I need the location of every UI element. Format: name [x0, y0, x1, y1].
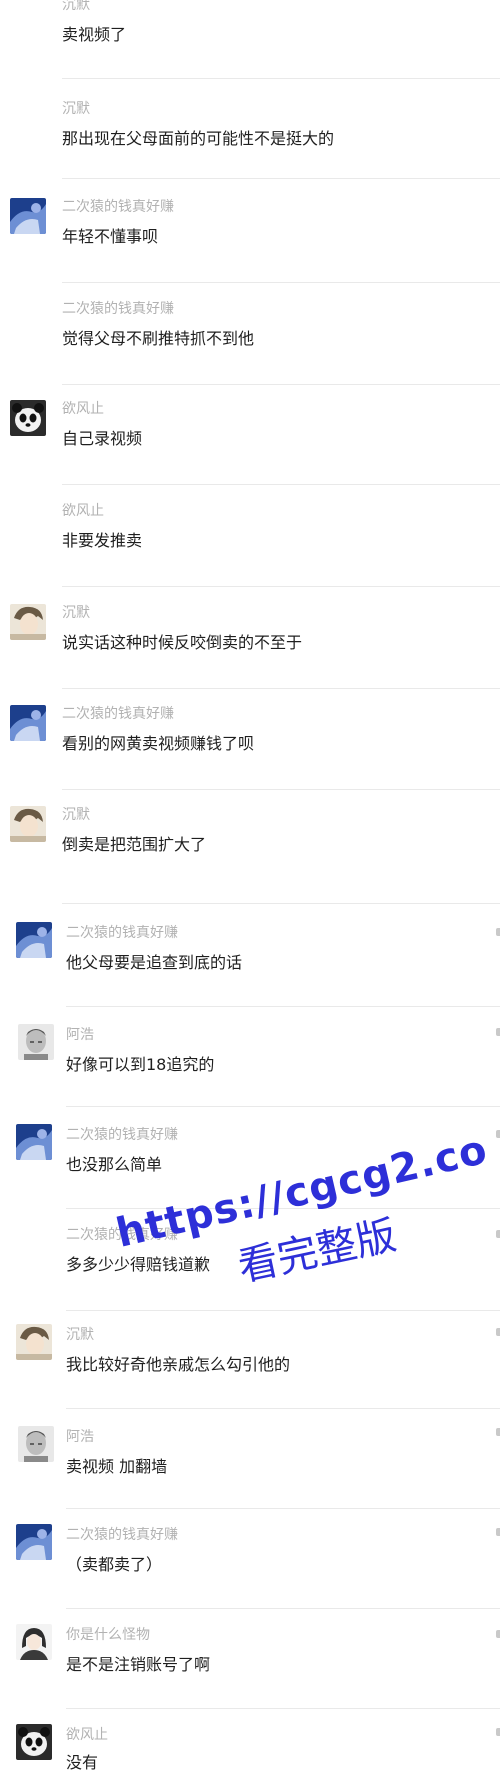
avatar[interactable] [10, 604, 46, 640]
blue-art-avatar-icon [16, 1124, 52, 1160]
blue-art-avatar-icon [10, 198, 46, 234]
message-divider [62, 178, 500, 179]
message-text: 也没那么简单 [66, 1155, 163, 1174]
message-divider [62, 688, 500, 689]
avatar[interactable] [16, 1724, 52, 1760]
message-text: 觉得父母不刷推特抓不到他 [62, 329, 255, 348]
scroll-edge-marker [496, 1528, 500, 1536]
message-divider [66, 1408, 500, 1409]
sender-name[interactable]: 阿浩 [66, 1428, 94, 1446]
message-text: 我比较好奇他亲戚怎么勾引他的 [66, 1355, 291, 1374]
message-divider [66, 1310, 500, 1311]
message-text: 说实话这种时候反咬倒卖的不至于 [62, 633, 303, 652]
sketch-face-avatar-icon [18, 1426, 54, 1462]
sender-name[interactable]: 沉默 [66, 1326, 94, 1344]
anime-boy-avatar-icon [16, 1324, 52, 1360]
sender-name[interactable]: 沉默 [62, 604, 90, 622]
scroll-edge-marker [496, 1028, 500, 1036]
scroll-edge-marker [496, 1230, 500, 1238]
sender-name[interactable]: 二次猿的钱真好赚 [66, 1126, 178, 1144]
message-divider [66, 1608, 500, 1609]
message-text: 看别的网黄卖视频赚钱了呗 [62, 734, 255, 753]
message-divider [62, 282, 500, 283]
sender-name[interactable]: 沉默 [62, 806, 90, 824]
message-divider [66, 1508, 500, 1509]
scroll-edge-marker [496, 1328, 500, 1336]
avatar[interactable] [16, 1324, 52, 1360]
avatar[interactable] [18, 1426, 54, 1462]
sender-name[interactable]: 阿浩 [66, 1026, 94, 1044]
sender-name[interactable]: 欲风止 [62, 400, 104, 418]
message-divider [62, 384, 500, 385]
chat-history[interactable]: 沉默 卖视频了 沉默 那出现在父母面前的可能性不是挺大的 二次猿的钱真好赚 年轻… [0, 0, 500, 1778]
avatar[interactable] [10, 400, 46, 436]
sketch-face-avatar-icon [18, 1024, 54, 1060]
message-divider [62, 789, 500, 790]
panda-avatar-icon [16, 1724, 52, 1760]
sender-name[interactable]: 二次猿的钱真好赚 [62, 198, 174, 216]
avatar[interactable] [10, 705, 46, 741]
message-text: 好像可以到18追究的 [66, 1055, 215, 1074]
message-text: 非要发推卖 [62, 531, 143, 550]
panda-avatar-icon [10, 400, 46, 436]
anime-boy-avatar-icon [10, 604, 46, 640]
sender-name[interactable]: 二次猿的钱真好赚 [62, 705, 174, 723]
message-divider [66, 1708, 500, 1709]
sender-name[interactable]: 你是什么怪物 [66, 1626, 150, 1644]
message-text: 自己录视频 [62, 429, 143, 448]
chat-message: 沉默 卖视频了 [0, 0, 500, 79]
avatar[interactable] [10, 198, 46, 234]
message-text: 倒卖是把范围扩大了 [62, 835, 207, 854]
anime-girl-avatar-icon [16, 1624, 52, 1660]
message-text: 卖视频 加翻墙 [66, 1457, 168, 1476]
scroll-edge-marker [496, 928, 500, 936]
avatar[interactable] [16, 1624, 52, 1660]
scroll-edge-marker [496, 1130, 500, 1138]
message-text: 他父母要是追查到底的话 [66, 953, 243, 972]
message-text: 是不是注销账号了啊 [66, 1655, 211, 1674]
avatar[interactable] [16, 1124, 52, 1160]
avatar[interactable] [16, 922, 52, 958]
scroll-edge-marker [496, 1428, 500, 1436]
sender-name[interactable]: 二次猿的钱真好赚 [66, 1526, 178, 1544]
message-text: 多多少少得赔钱道歉 [66, 1255, 211, 1274]
scroll-edge-marker [496, 1728, 500, 1736]
sender-name[interactable]: 欲风止 [66, 1726, 108, 1744]
sender-name[interactable]: 二次猿的钱真好赚 [66, 924, 178, 942]
sender-name[interactable]: 沉默 [62, 100, 90, 118]
message-divider [62, 586, 500, 587]
message-divider [62, 78, 500, 79]
anime-boy-avatar-icon [10, 806, 46, 842]
message-text: 卖视频了 [62, 25, 127, 44]
sender-name[interactable]: 二次猿的钱真好赚 [62, 300, 174, 318]
message-divider [66, 1106, 500, 1107]
message-divider [66, 1006, 500, 1007]
blue-art-avatar-icon [16, 922, 52, 958]
message-text: 那出现在父母面前的可能性不是挺大的 [62, 129, 335, 148]
message-divider [62, 903, 500, 904]
avatar[interactable] [16, 1524, 52, 1560]
avatar[interactable] [10, 806, 46, 842]
scroll-edge-marker [496, 1630, 500, 1638]
sender-name[interactable]: 沉默 [62, 0, 90, 14]
message-text: 年轻不懂事呗 [62, 227, 159, 246]
blue-art-avatar-icon [10, 705, 46, 741]
message-text: 没有 [66, 1753, 99, 1772]
message-text: （卖都卖了） [66, 1555, 163, 1574]
sender-name[interactable]: 欲风止 [62, 502, 104, 520]
avatar[interactable] [18, 1024, 54, 1060]
blue-art-avatar-icon [16, 1524, 52, 1560]
message-divider [62, 484, 500, 485]
